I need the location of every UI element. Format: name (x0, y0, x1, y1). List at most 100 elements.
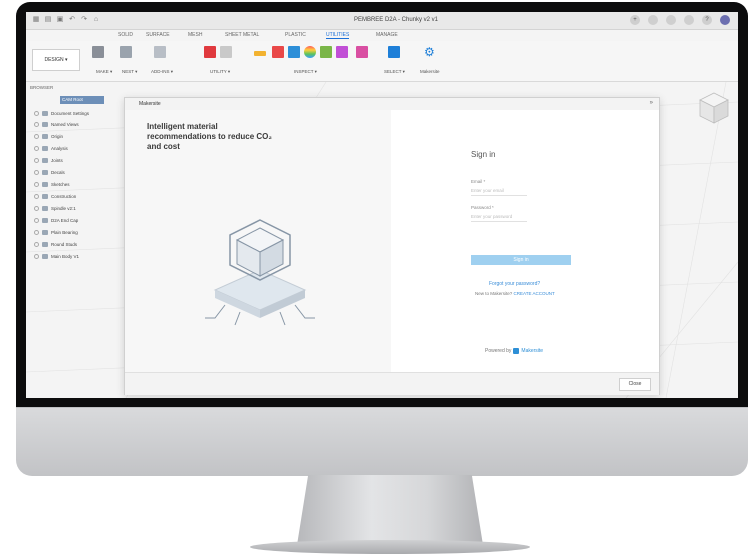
component-icon (42, 242, 48, 247)
tree-item[interactable]: Round Studs (34, 240, 77, 249)
tree-item[interactable]: Spindle v2:1 (34, 204, 76, 213)
color-icon[interactable] (356, 46, 368, 58)
tree-item[interactable]: Joints (34, 156, 63, 165)
utility-icon[interactable] (204, 46, 216, 58)
forgot-password-link[interactable]: Forgot your password? (489, 281, 540, 287)
tab-mesh[interactable]: MESH (188, 32, 202, 38)
signin-title: Sign in (471, 150, 496, 159)
monitor-foot (250, 540, 530, 554)
makersite-label[interactable]: Makersite (420, 69, 440, 74)
tab-manage[interactable]: MANAGE (376, 32, 398, 38)
tab-sheet-metal[interactable]: SHEET METAL (225, 32, 259, 38)
undo-icon[interactable]: ↶ (68, 16, 76, 24)
view-cube-icon[interactable] (696, 90, 732, 126)
visibility-icon[interactable] (34, 206, 39, 211)
inspect-label[interactable]: INSPECT ▾ (294, 69, 317, 75)
tree-item[interactable]: Named Views (34, 120, 79, 129)
powered-by-label: Powered by (485, 348, 512, 354)
visibility-icon[interactable] (34, 194, 39, 199)
makersite-gear-icon[interactable]: ⚙ (424, 46, 436, 58)
draft-analysis-icon[interactable] (320, 46, 332, 58)
visibility-icon[interactable] (34, 111, 39, 116)
visibility-icon[interactable] (34, 254, 39, 259)
nest-icon[interactable] (120, 46, 132, 58)
add-ins-icon[interactable] (154, 46, 166, 58)
visibility-icon[interactable] (34, 218, 39, 223)
promo-line: recommendations to reduce CO₂ (147, 132, 272, 141)
tree-item[interactable]: Analysis (34, 144, 68, 153)
visibility-icon[interactable] (34, 182, 39, 187)
visibility-icon[interactable] (34, 170, 39, 175)
notifications-icon[interactable] (684, 15, 694, 25)
design-workspace-button[interactable]: DESIGN ▾ (32, 49, 80, 71)
visibility-icon[interactable] (34, 122, 39, 127)
make-label[interactable]: MAKE ▾ (96, 69, 112, 75)
ribbon-tabs: SOLID SURFACE MESH SHEET METAL PLASTIC U… (26, 30, 738, 40)
tree-item-label: Named Views (51, 122, 79, 127)
tree-item[interactable]: D2A End Cap (34, 216, 78, 225)
clock-icon[interactable] (666, 15, 676, 25)
add-tab-icon[interactable]: + (630, 15, 640, 25)
browser-root[interactable]: CAM Root (60, 96, 104, 104)
tab-solid[interactable]: SOLID (118, 32, 133, 38)
utility-doc-icon[interactable] (220, 46, 232, 58)
visibility-icon[interactable] (34, 134, 39, 139)
make-icon[interactable] (92, 46, 104, 58)
save-icon[interactable]: ▣ (56, 16, 64, 24)
tree-item[interactable]: Decals (34, 168, 65, 177)
help-icon[interactable]: ? (702, 15, 712, 25)
add-ins-label[interactable]: ADD-INS ▾ (151, 69, 173, 75)
tab-plastic[interactable]: PLASTIC (285, 32, 306, 38)
grid-menu-icon[interactable]: ▦ (32, 16, 40, 24)
create-account-link[interactable]: CREATE ACCOUNT (514, 291, 555, 296)
email-label: Email * (471, 179, 486, 184)
select-icon[interactable] (388, 46, 400, 58)
promo-line: Intelligent material (147, 122, 218, 131)
zebra-icon[interactable] (304, 46, 316, 58)
file-icon[interactable]: ▤ (44, 16, 52, 24)
select-label[interactable]: SELECT ▾ (384, 69, 405, 75)
close-button[interactable]: Close (619, 378, 651, 391)
tree-item[interactable]: Main Body V1 (34, 252, 79, 261)
accessibility-icon[interactable] (336, 46, 348, 58)
password-field[interactable]: Enter your password (471, 213, 527, 222)
promo-headline: Intelligent material recommendations to … (147, 122, 317, 152)
visibility-icon[interactable] (34, 242, 39, 247)
component-icon (42, 254, 48, 259)
email-field[interactable]: Enter your email (471, 187, 527, 196)
measure-icon[interactable] (254, 51, 266, 56)
avatar[interactable] (720, 15, 730, 25)
tree-item[interactable]: Plain Bearing (34, 228, 78, 237)
redo-icon[interactable]: ↷ (80, 16, 88, 24)
tab-utilities[interactable]: UTILITIES (326, 32, 350, 39)
visibility-icon[interactable] (34, 230, 39, 235)
utility-label[interactable]: UTILITY ▾ (210, 69, 230, 75)
nest-label[interactable]: NEST ▾ (122, 69, 137, 75)
settings-icon (42, 111, 48, 116)
ribbon-toolbar: DESIGN ▾ ⚙ MAKE ▾ NEST ▾ ADD-INS ▾ UTILI… (26, 41, 738, 82)
interference-icon[interactable] (272, 46, 284, 58)
tree-item-label: Origin (51, 134, 64, 139)
tree-item-label: Spindle v2:1 (51, 206, 76, 211)
tree-item-label: Decals (51, 170, 65, 175)
folder-icon (42, 122, 48, 127)
signin-button[interactable]: Sign in (471, 255, 571, 265)
tree-item[interactable]: Construction (34, 192, 76, 201)
powered-by: Powered by Makersite (485, 348, 543, 354)
tab-surface[interactable]: SURFACE (146, 32, 170, 38)
extensions-icon[interactable] (648, 15, 658, 25)
title-bar: ▦ ▤ ▣ ↶ ↷ ⌂ PEMBREE D2A - Chunky v2 v1 +… (26, 12, 738, 30)
folder-icon (42, 158, 48, 163)
home-icon[interactable]: ⌂ (92, 16, 100, 24)
folder-icon (42, 134, 48, 139)
tree-item[interactable]: Origin (34, 132, 63, 141)
tree-item-label: Plain Bearing (51, 230, 78, 235)
curvature-icon[interactable] (288, 46, 300, 58)
tree-item[interactable]: Document Settings (34, 109, 89, 118)
folder-icon (42, 194, 48, 199)
collapse-icon[interactable]: » (650, 100, 653, 106)
folder-icon (42, 182, 48, 187)
visibility-icon[interactable] (34, 158, 39, 163)
visibility-icon[interactable] (34, 146, 39, 151)
tree-item[interactable]: Sketches (34, 180, 70, 189)
